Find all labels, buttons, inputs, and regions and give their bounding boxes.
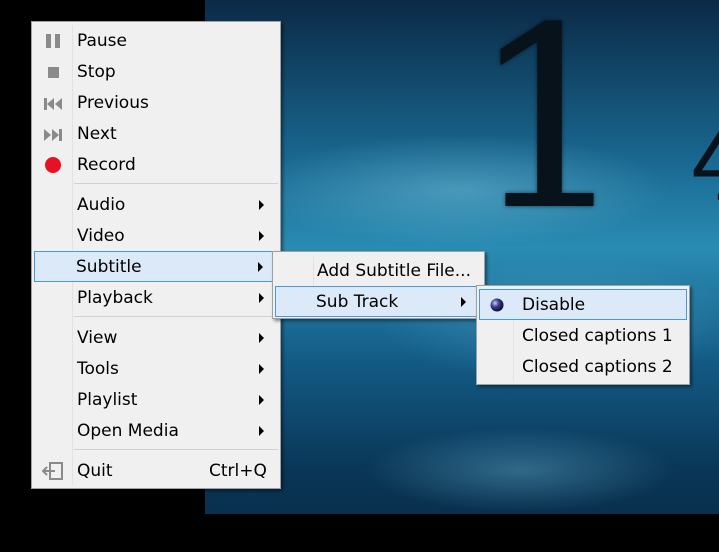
menu-item-add-subtitle-file[interactable]: Add Subtitle File...: [275, 256, 482, 287]
submenu-arrow-icon: [258, 262, 263, 272]
submenu-arrow-icon: [461, 297, 466, 307]
menu-item-playlist[interactable]: Playlist: [34, 385, 278, 416]
menu-item-pause[interactable]: Pause: [34, 26, 278, 57]
submenu-arrow-icon: [259, 231, 264, 241]
menu-item-label: Record: [77, 155, 136, 175]
menu-item-record[interactable]: Record: [34, 150, 278, 181]
submenu-arrow-icon: [259, 293, 264, 303]
previous-icon: [43, 96, 63, 116]
menu-item-label: Sub Track: [316, 292, 399, 312]
menu-item-label: Closed captions 2: [522, 357, 673, 377]
record-icon: [44, 156, 62, 179]
context-menu-main: Pause Stop Previous Next Record Audio Vi…: [31, 21, 281, 489]
menu-item-video[interactable]: Video: [34, 221, 278, 252]
quit-icon: [41, 461, 64, 486]
context-menu-sub-track: Disable Closed captions 1 Closed caption…: [476, 285, 690, 385]
menu-item-label: Closed captions 1: [522, 326, 673, 346]
menu-item-playback[interactable]: Playback: [34, 283, 278, 314]
menu-item-label: Tools: [77, 359, 119, 379]
video-title-numeral-partial: 4: [690, 100, 719, 220]
menu-item-label: Subtitle: [76, 257, 142, 277]
menu-item-label: Pause: [77, 31, 127, 51]
submenu-arrow-icon: [259, 364, 264, 374]
menu-item-stop[interactable]: Stop: [34, 57, 278, 88]
menu-item-view[interactable]: View: [34, 323, 278, 354]
menu-item-previous[interactable]: Previous: [34, 88, 278, 119]
menu-item-closed-captions-1[interactable]: Closed captions 1: [479, 321, 687, 352]
submenu-arrow-icon: [259, 200, 264, 210]
radio-selected-icon: [489, 297, 505, 318]
stop-icon: [45, 64, 61, 85]
submenu-arrow-icon: [259, 426, 264, 436]
menu-separator: [74, 449, 278, 450]
menu-item-label: Add Subtitle File...: [317, 261, 471, 281]
menu-item-label: Open Media: [77, 421, 179, 441]
pause-icon: [45, 33, 61, 54]
menu-separator: [74, 316, 278, 317]
menu-item-tools[interactable]: Tools: [34, 354, 278, 385]
menu-item-label: Video: [77, 226, 125, 246]
menu-item-label: Stop: [77, 62, 116, 82]
menu-item-label: Quit: [77, 461, 113, 481]
menu-item-label: Playback: [77, 288, 153, 308]
submenu-arrow-icon: [259, 333, 264, 343]
menu-item-closed-captions-2[interactable]: Closed captions 2: [479, 352, 687, 383]
menu-item-sub-track[interactable]: Sub Track: [275, 286, 482, 317]
menu-item-disable[interactable]: Disable: [479, 289, 687, 320]
menu-item-shortcut: Ctrl+Q: [209, 461, 267, 481]
menu-item-audio[interactable]: Audio: [34, 190, 278, 221]
menu-item-label: View: [77, 328, 118, 348]
menu-item-label: Disable: [522, 295, 586, 315]
letterbox-bottom: [0, 514, 719, 552]
submenu-arrow-icon: [259, 395, 264, 405]
menu-item-quit[interactable]: Quit Ctrl+Q: [34, 456, 278, 487]
menu-item-label: Playlist: [77, 390, 138, 410]
menu-item-label: Audio: [77, 195, 126, 215]
menu-separator: [74, 183, 278, 184]
video-title-numeral: 1: [470, 0, 630, 265]
context-menu-subtitle: Add Subtitle File... Sub Track: [272, 251, 485, 319]
menu-item-label: Previous: [77, 93, 149, 113]
menu-item-open-media[interactable]: Open Media: [34, 416, 278, 447]
menu-item-next[interactable]: Next: [34, 119, 278, 150]
next-icon: [43, 127, 63, 147]
menu-item-label: Next: [77, 124, 117, 144]
menu-item-subtitle[interactable]: Subtitle: [34, 251, 278, 282]
